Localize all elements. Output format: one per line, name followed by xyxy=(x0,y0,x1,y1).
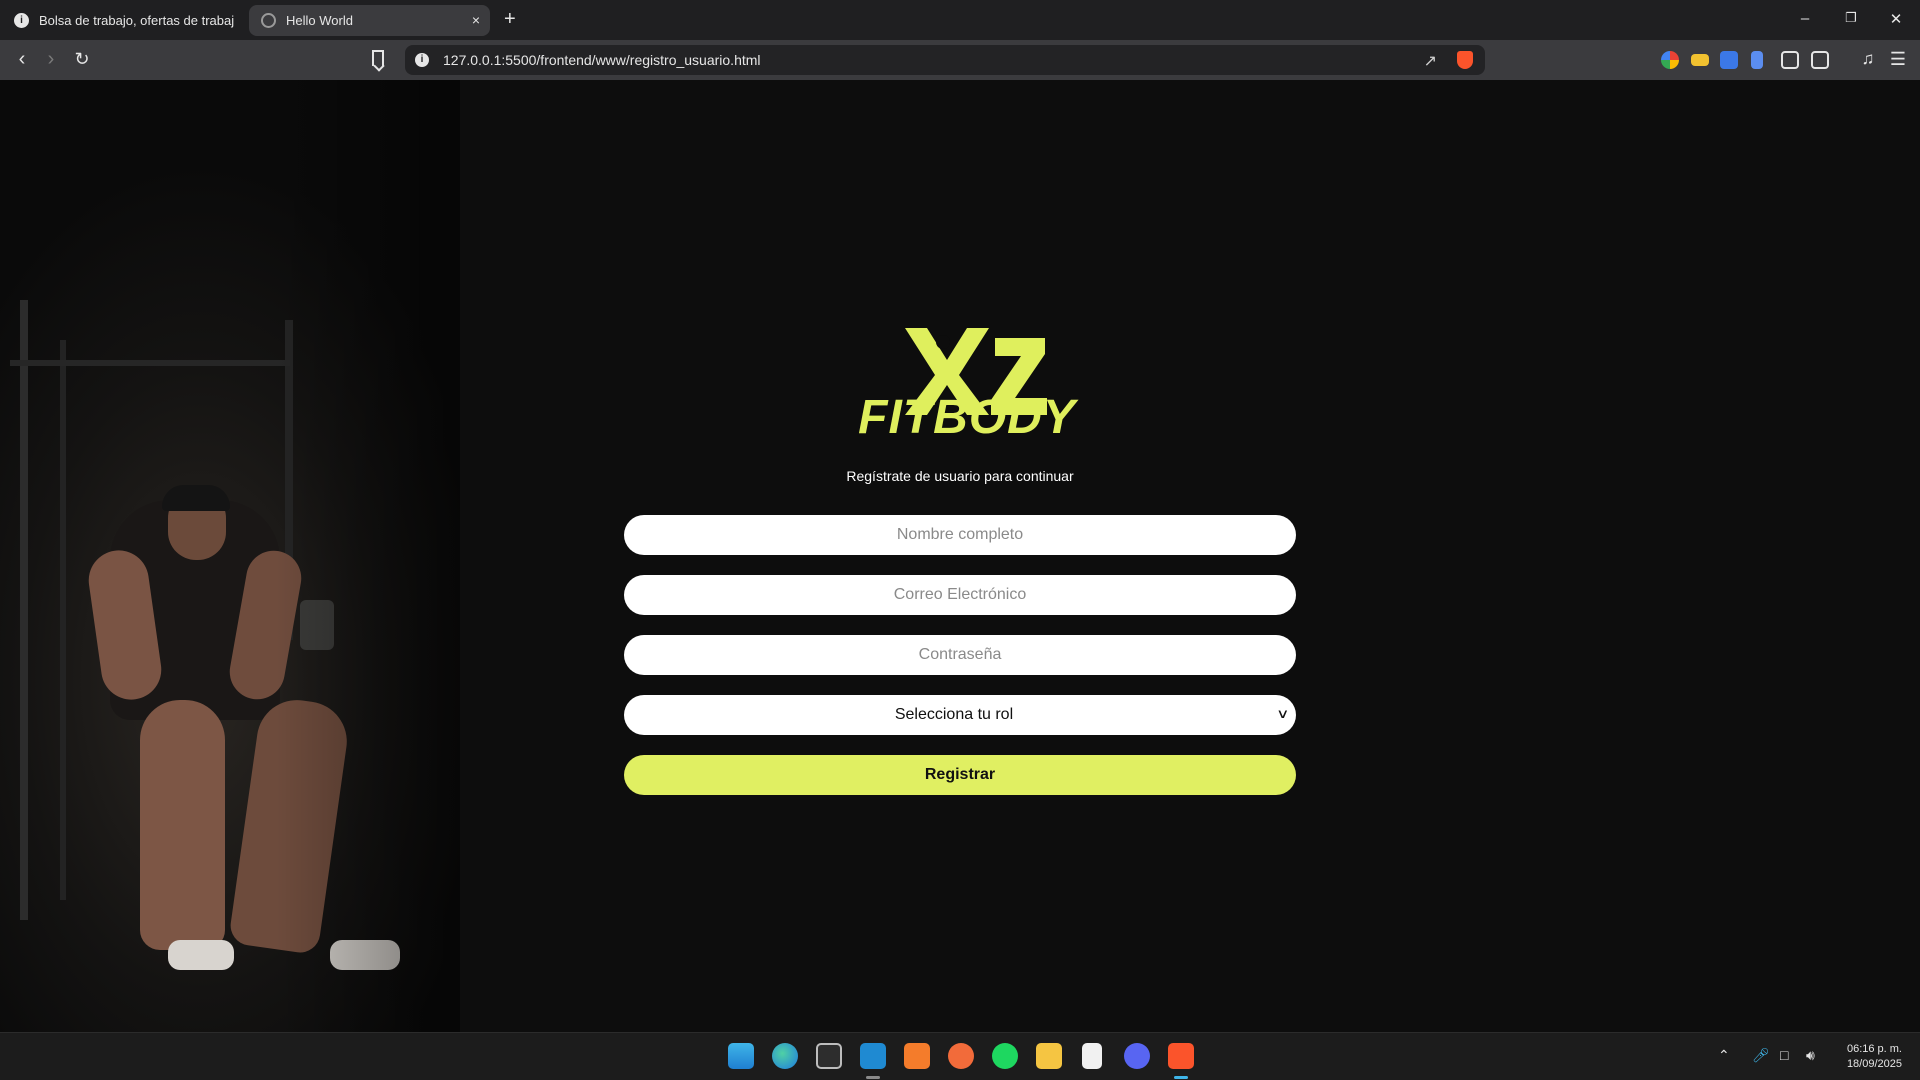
register-button[interactable]: Registrar xyxy=(624,755,1296,795)
extension-icon[interactable] xyxy=(1691,54,1709,66)
page-subtitle: Regístrate de usuario para continuar xyxy=(846,468,1074,484)
microphone-icon[interactable]: 🎤︎ xyxy=(1752,1047,1770,1064)
address-bar[interactable]: i 127.0.0.1:5500/frontend/www/registro_u… xyxy=(405,45,1485,75)
full-name-input[interactable] xyxy=(624,515,1296,555)
forward-button[interactable]: › xyxy=(39,47,63,71)
close-tab-icon[interactable]: × xyxy=(472,12,480,28)
windows-taskbar: ⌃ 🎤︎ □ 🔊︎ 06:16 p. m. 18/09/2025 xyxy=(0,1032,1920,1080)
vscode-icon[interactable] xyxy=(860,1043,886,1069)
globe-icon xyxy=(261,13,276,28)
password-input[interactable] xyxy=(624,635,1296,675)
extensions-puzzle-icon[interactable] xyxy=(1781,51,1799,69)
role-select-value: Selecciona tu rol xyxy=(894,706,1014,723)
extension-icon[interactable] xyxy=(1751,51,1763,69)
brave-shields-icon[interactable] xyxy=(1457,51,1473,69)
xampp-icon[interactable] xyxy=(904,1043,930,1069)
email-input[interactable] xyxy=(624,575,1296,615)
back-button[interactable]: ‹ xyxy=(10,47,34,71)
brand-name: FITBODY xyxy=(858,391,1076,444)
network-icon[interactable]: □ xyxy=(1780,1047,1788,1063)
tab-title: Bolsa de trabajo, ofertas de trabajo | C… xyxy=(39,13,234,28)
edge-icon[interactable] xyxy=(772,1043,798,1069)
system-clock[interactable]: 06:16 p. m. 18/09/2025 xyxy=(1822,1042,1902,1072)
brave-icon[interactable] xyxy=(1168,1043,1194,1069)
tab-hello-world[interactable]: Hello World × xyxy=(249,5,490,36)
notepad-icon[interactable] xyxy=(1082,1043,1102,1069)
volume-icon[interactable]: 🔊︎ xyxy=(1806,1047,1815,1064)
menu-icon[interactable]: ☰ xyxy=(1886,47,1910,71)
media-icon[interactable]: ♫ xyxy=(1856,47,1880,71)
minimize-button[interactable]: – xyxy=(1795,10,1815,27)
postman-icon[interactable] xyxy=(948,1043,974,1069)
tab-computrabajo[interactable]: i Bolsa de trabajo, ofertas de trabajo |… xyxy=(4,5,244,36)
translate-extension-icon[interactable] xyxy=(1720,51,1738,69)
info-icon: i xyxy=(14,13,29,28)
spotify-icon[interactable] xyxy=(992,1043,1018,1069)
tab-title: Hello World xyxy=(286,13,353,28)
bookmark-icon[interactable] xyxy=(372,50,384,66)
terminal-icon[interactable] xyxy=(816,1043,842,1069)
url-text[interactable]: 127.0.0.1:5500/frontend/www/registro_usu… xyxy=(443,52,761,68)
close-window-button[interactable]: ✕ xyxy=(1886,10,1906,28)
clock-date: 18/09/2025 xyxy=(1846,1058,1902,1070)
share-icon[interactable]: ↗ xyxy=(1424,51,1437,71)
browser-tab-bar: i Bolsa de trabajo, ofertas de trabajo |… xyxy=(0,0,1920,40)
reload-button[interactable]: ↻ xyxy=(70,47,94,71)
color-picker-extension-icon[interactable] xyxy=(1661,51,1679,69)
site-info-icon[interactable]: i xyxy=(415,53,429,67)
clock-time: 06:16 p. m. xyxy=(1846,1043,1902,1055)
file-explorer-icon[interactable] xyxy=(1036,1043,1062,1069)
browser-toolbar: ‹ › ↻ i 127.0.0.1:5500/frontend/www/regi… xyxy=(0,40,1920,80)
discord-icon[interactable] xyxy=(1124,1043,1150,1069)
gym-hero-image xyxy=(0,80,460,1032)
windows-start-icon[interactable] xyxy=(728,1043,754,1069)
new-tab-button[interactable]: + xyxy=(504,8,516,30)
chevron-up-icon[interactable]: ⌃ xyxy=(1718,1047,1730,1064)
screenshot-icon[interactable] xyxy=(1811,51,1829,69)
page-content: FITBODY Regístrate de usuario para conti… xyxy=(0,80,1920,1032)
chevron-down-icon: ∨ xyxy=(1276,706,1290,721)
restore-button[interactable]: ❐ xyxy=(1841,10,1861,26)
role-select[interactable]: Selecciona tu rol ∨ xyxy=(624,695,1296,735)
